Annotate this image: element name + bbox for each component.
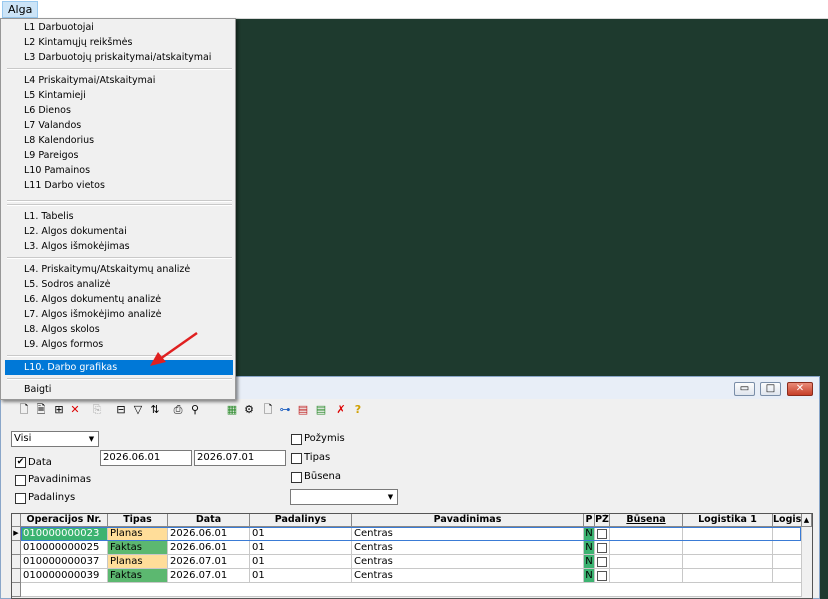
red-arrow-icon (150, 331, 198, 366)
